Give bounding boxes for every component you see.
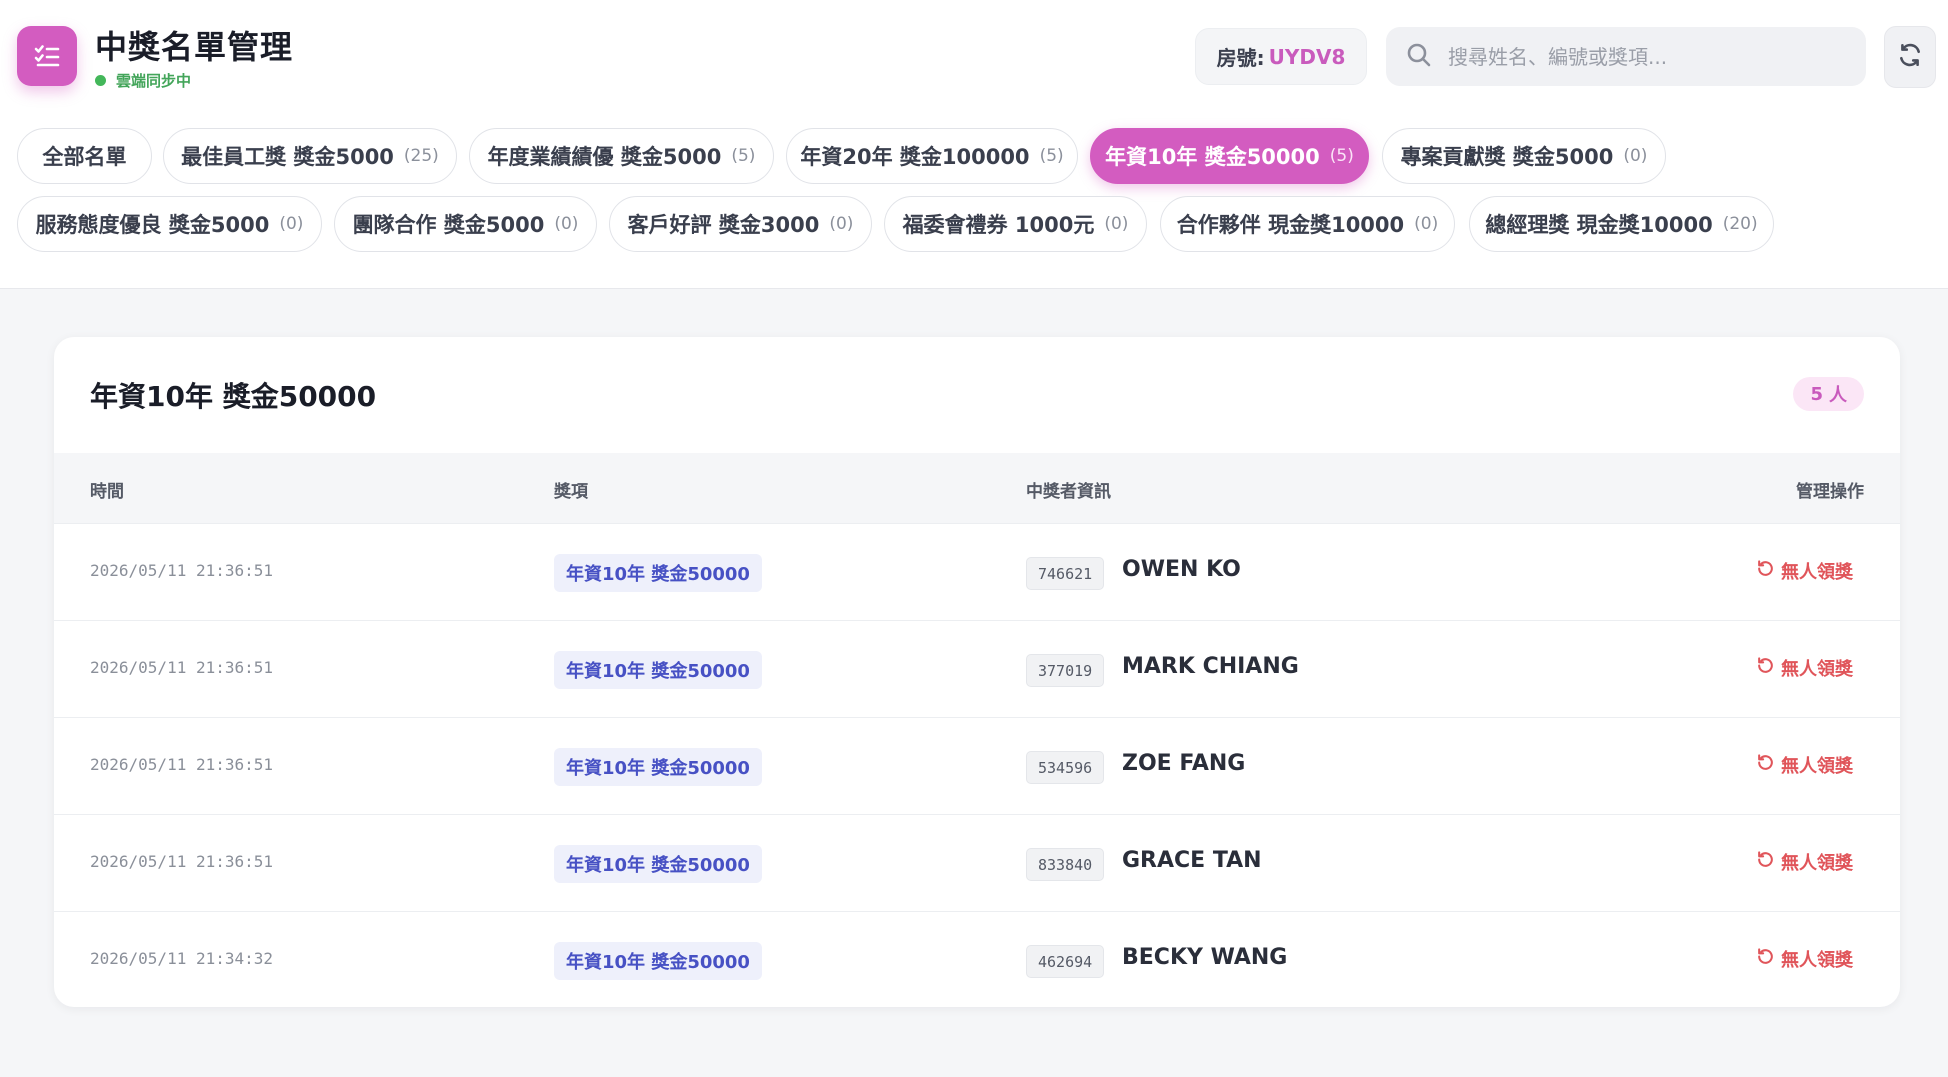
table-row: 2026/05/11 21:34:32 年資10年 獎金50000 462694…	[54, 911, 1900, 1007]
undo-icon	[1756, 559, 1775, 583]
refresh-icon	[1897, 42, 1923, 72]
sync-dot-icon	[95, 75, 106, 86]
tab-label: 年資10年 獎金50000	[1105, 145, 1320, 169]
prize-chip: 年資10年 獎金50000	[554, 651, 762, 689]
tab-label: 服務態度優良 獎金5000	[35, 213, 270, 237]
winner-name: MARK CHIANG	[1122, 654, 1299, 679]
table-row: 2026/05/11 21:36:51 年資10年 獎金50000 746621…	[54, 523, 1900, 620]
sync-status: 雲端同步中	[95, 70, 191, 91]
tab-label: 團隊合作 獎金5000	[352, 213, 545, 237]
table-row: 2026/05/11 21:36:51 年資10年 獎金50000 534596…	[54, 717, 1900, 814]
tab-general-manager[interactable]: 總經理獎 現金獎10000 (20)	[1469, 196, 1774, 252]
winners-panel: 年資10年 獎金50000 5 人 時間 獎項 中獎者資訊 管理操作 2026/…	[54, 337, 1900, 1007]
winner-name: GRACE TAN	[1122, 848, 1262, 873]
winner-id: 534596	[1026, 751, 1105, 784]
row-time: 2026/05/11 21:36:51	[90, 561, 274, 580]
sync-status-text: 雲端同步中	[116, 72, 192, 90]
winner-id: 833840	[1026, 848, 1105, 881]
tab-teamwork[interactable]: 團隊合作 獎金5000 (0)	[334, 196, 597, 252]
tab-label: 年度業績績優 獎金5000	[487, 145, 722, 169]
top-header: 中獎名單管理 雲端同步中 房號: UYDV8 全部名單 最佳員	[0, 0, 1948, 289]
no-claim-button[interactable]: 無人領獎	[1756, 558, 1853, 584]
row-time: 2026/05/11 21:36:51	[90, 658, 274, 677]
table-header: 時間 獎項 中獎者資訊 管理操作	[54, 453, 1900, 523]
winner-count-badge: 5 人	[1793, 377, 1864, 411]
winner-name: BECKY WANG	[1122, 945, 1288, 970]
tab-label: 全部名單	[42, 145, 127, 169]
no-claim-button[interactable]: 無人領獎	[1756, 655, 1853, 681]
undo-icon	[1756, 850, 1775, 874]
table-row: 2026/05/11 21:36:51 年資10年 獎金50000 377019…	[54, 620, 1900, 717]
no-claim-label: 無人領獎	[1781, 950, 1853, 971]
tab-count: (0)	[829, 214, 854, 234]
app-title: 中獎名單管理	[95, 28, 294, 66]
tab-count: (5)	[731, 146, 756, 166]
tab-count: (5)	[1329, 146, 1354, 166]
tab-count: (0)	[1414, 214, 1439, 234]
tab-label: 最佳員工獎 獎金5000	[181, 145, 394, 169]
tab-count: (0)	[1623, 146, 1648, 166]
tab-service-attitude[interactable]: 服務態度優良 獎金5000 (0)	[17, 196, 322, 252]
tab-gift-voucher[interactable]: 福委會禮券 1000元 (0)	[884, 196, 1147, 252]
no-claim-label: 無人領獎	[1781, 853, 1853, 874]
no-claim-label: 無人領獎	[1781, 756, 1853, 777]
tab-count: (0)	[554, 214, 579, 234]
no-claim-button[interactable]: 無人領獎	[1756, 752, 1853, 778]
search-icon	[1406, 42, 1432, 72]
refresh-button[interactable]	[1884, 26, 1936, 88]
tab-label: 總經理獎 現金獎10000	[1485, 213, 1713, 237]
prize-chip: 年資10年 獎金50000	[554, 845, 762, 883]
row-time: 2026/05/11 21:34:32	[90, 949, 274, 968]
tab-partner[interactable]: 合作夥伴 現金獎10000 (0)	[1160, 196, 1455, 252]
tab-label: 客戶好評 獎金3000	[627, 213, 820, 237]
checklist-icon	[17, 26, 77, 86]
tab-all[interactable]: 全部名單	[17, 128, 152, 184]
tab-count: (0)	[279, 214, 304, 234]
column-header-actions: 管理操作	[1796, 482, 1864, 502]
tab-count: (0)	[1104, 214, 1129, 234]
row-time: 2026/05/11 21:36:51	[90, 852, 274, 871]
column-header-winner: 中獎者資訊	[1026, 482, 1111, 502]
search-input[interactable]	[1448, 44, 1848, 69]
winner-name: ZOE FANG	[1122, 751, 1246, 776]
no-claim-label: 無人領獎	[1781, 562, 1853, 583]
prize-chip: 年資10年 獎金50000	[554, 748, 762, 786]
no-claim-button[interactable]: 無人領獎	[1756, 946, 1853, 972]
tab-annual-performance[interactable]: 年度業績績優 獎金5000 (5)	[469, 128, 774, 184]
tab-label: 福委會禮券 1000元	[902, 213, 1095, 237]
tab-seniority-10[interactable]: 年資10年 獎金50000 (5)	[1090, 128, 1369, 184]
tab-label: 合作夥伴 現金獎10000	[1176, 213, 1405, 237]
room-code: UYDV8	[1268, 44, 1346, 69]
prize-chip: 年資10年 獎金50000	[554, 942, 762, 980]
undo-icon	[1756, 753, 1775, 777]
column-header-time: 時間	[90, 482, 124, 502]
search-box	[1386, 27, 1866, 86]
winner-name: OWEN KO	[1122, 557, 1241, 582]
tab-seniority-20[interactable]: 年資20年 獎金100000 (5)	[786, 128, 1078, 184]
prize-chip: 年資10年 獎金50000	[554, 554, 762, 592]
table-row: 2026/05/11 21:36:51 年資10年 獎金50000 833840…	[54, 814, 1900, 911]
undo-icon	[1756, 947, 1775, 971]
tab-count: (20)	[1722, 214, 1758, 234]
winner-id: 746621	[1026, 557, 1105, 590]
tab-label: 年資20年 獎金100000	[800, 145, 1030, 169]
tab-best-employee[interactable]: 最佳員工獎 獎金5000 (25)	[163, 128, 457, 184]
tab-count: (25)	[403, 146, 439, 166]
winner-count-unit: 人	[1829, 385, 1847, 406]
tab-customer-praise[interactable]: 客戶好評 獎金3000 (0)	[609, 196, 872, 252]
room-label: 房號:	[1216, 46, 1265, 70]
tab-project-contribution[interactable]: 專案貢獻獎 獎金5000 (0)	[1382, 128, 1666, 184]
no-claim-button[interactable]: 無人領獎	[1756, 849, 1853, 875]
undo-icon	[1756, 656, 1775, 680]
room-number-badge: 房號: UYDV8	[1195, 28, 1367, 85]
winner-id: 377019	[1026, 654, 1105, 687]
column-header-prize: 獎項	[554, 482, 588, 502]
tab-label: 專案貢獻獎 獎金5000	[1400, 145, 1614, 169]
panel-title: 年資10年 獎金50000	[90, 380, 377, 413]
winner-count-number: 5	[1810, 383, 1823, 405]
winner-id: 462694	[1026, 945, 1105, 978]
no-claim-label: 無人領獎	[1781, 659, 1853, 680]
row-time: 2026/05/11 21:36:51	[90, 755, 274, 774]
tab-count: (5)	[1039, 146, 1064, 166]
